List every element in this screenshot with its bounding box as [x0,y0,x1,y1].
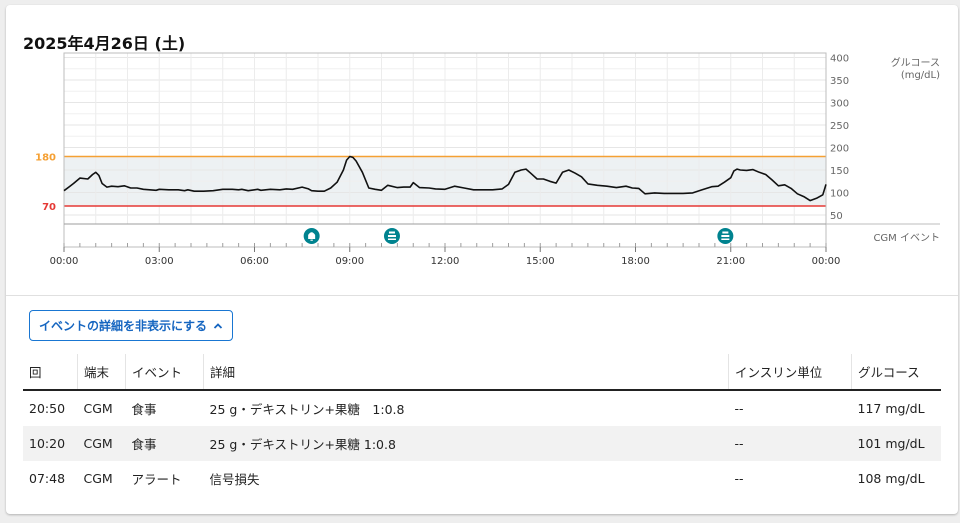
event-lane-label: CGM イベント [873,232,940,244]
x-tick-label: 03:00 [145,256,174,267]
cell-event: 食事 [131,402,157,417]
cell-event: 食事 [125,426,204,461]
cell-time: 20:50 [29,401,66,416]
glucose-chart: 50 100 150 200 250 300 350 400 180 70 00:00 03:00 06… [35,52,940,267]
events-table-header: 回 端末 イベント 詳細 インスリン単位 グルコース [23,354,941,391]
x-tick-label: 21:00 [716,256,745,267]
cell-insulin: -- [734,401,744,416]
y-axis-title: グルコース [891,56,940,69]
table-row: 20:50 CGM 食事 25 g・デキストリン+果糖 1:0.8 -- 117… [23,390,941,426]
y-tick-label: 200 [830,144,849,155]
y-tick-label: 350 [830,76,849,87]
y-tick-label: 400 [830,54,849,65]
threshold-label: 180 [35,153,56,164]
cell-detail: 25 g・デキストリン+果糖 1:0.8 [203,426,729,461]
events-table: 回 端末 イベント 詳細 インスリン単位 グルコース 20:50 CGM 食事 … [23,354,941,496]
cell-glucose: 108 mg/dL [857,471,925,486]
meal-icon[interactable] [383,228,400,244]
cell-event: アラート [131,472,182,487]
y-tick-label: 100 [830,189,849,200]
x-tick-label: 00:00 [812,256,841,267]
cell-insulin: -- [734,471,744,486]
toggle-event-details-button[interactable]: イベントの詳細を非表示にする [29,310,233,341]
section-divider [6,295,958,296]
column-header-detail: 詳細 [203,354,729,391]
column-header-event: イベント [125,354,204,391]
meal-icon[interactable] [717,228,734,244]
cell-device: CGM [83,401,113,416]
x-tick-label: 18:00 [621,256,650,267]
y-tick-label: 250 [830,121,849,132]
toggle-event-details-label: イベントの詳細を非表示にする [38,319,208,333]
cell-detail: 25 g・デキストリン+果糖 1:0.8 [209,402,405,417]
x-tick-label: 00:00 [50,256,79,267]
bell-icon[interactable] [303,228,320,244]
table-row: 07:48 CGM アラート 信号損失 -- 108 mg/dL [23,461,941,496]
y-tick-label: 300 [830,99,849,110]
cell-insulin: -- [728,426,852,461]
chevron-up-icon [213,322,223,329]
cell-glucose: 101 mg/dL [851,426,941,461]
column-header-device: 端末 [77,354,126,391]
cell-device: CGM [83,471,113,486]
y-tick-label: 150 [830,166,849,177]
table-row: 10:20 CGM 食事 25 g・デキストリン+果糖 1:0.8 -- 101… [23,426,941,461]
x-tick-label: 09:00 [335,256,364,267]
y-tick-label: 50 [830,211,843,222]
cell-detail: 信号損失 [209,472,260,487]
threshold-label: 70 [42,202,56,213]
column-header-time: 回 [23,354,78,391]
cell-glucose: 117 mg/dL [857,401,925,416]
cell-device: CGM [77,426,126,461]
column-header-glucose: グルコース [851,354,941,391]
x-tick-label: 12:00 [431,256,460,267]
y-axis-title: (mg/dL) [901,70,940,81]
cell-time: 10:20 [23,426,78,461]
x-tick-label: 15:00 [526,256,555,267]
cell-time: 07:48 [29,471,66,486]
column-header-insulin: インスリン単位 [728,354,852,391]
x-tick-label: 06:00 [240,256,269,267]
